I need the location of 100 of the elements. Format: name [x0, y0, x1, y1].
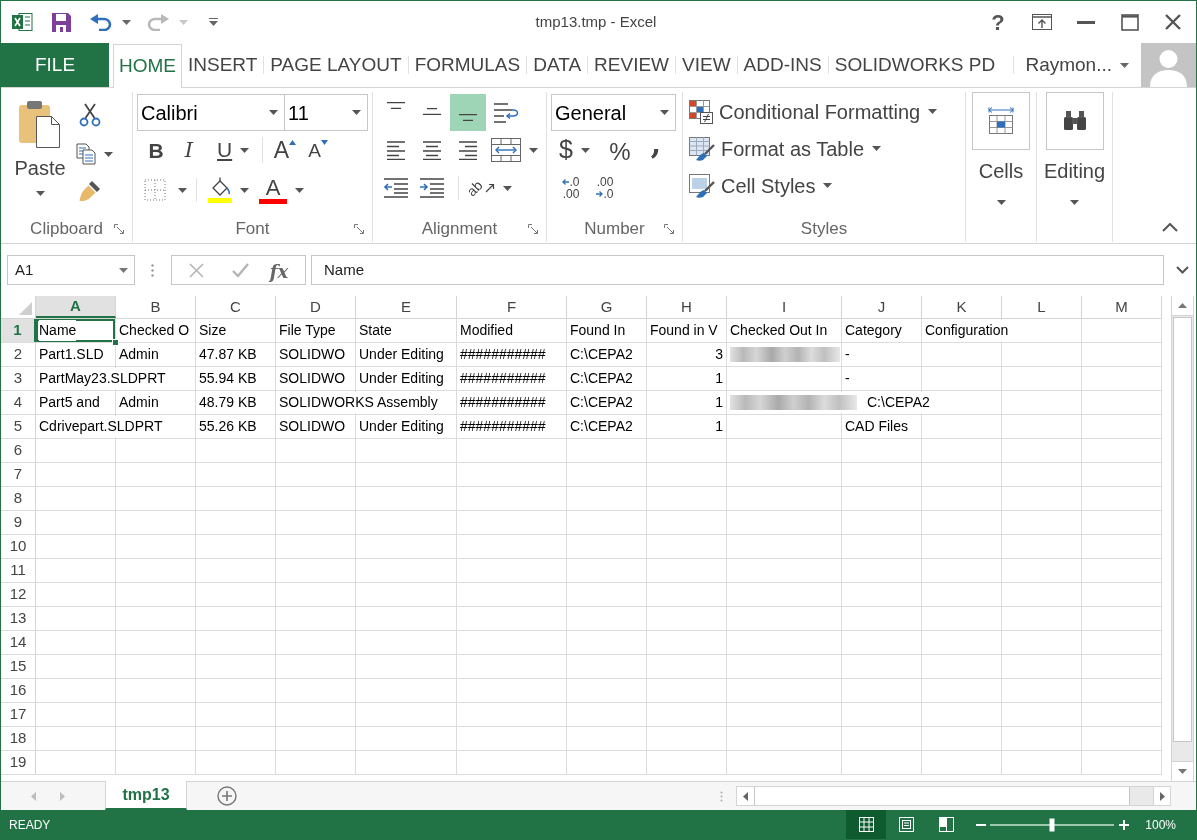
underline-button[interactable]: U: [207, 135, 255, 165]
column-header[interactable]: H: [647, 296, 727, 318]
formula-field[interactable]: Name: [311, 255, 1164, 285]
ribbon-tab[interactable]: ADD-INS: [737, 43, 828, 87]
row-header[interactable]: 1: [1, 319, 36, 342]
ribbon-tab[interactable]: FORMULAS: [408, 43, 527, 87]
row-header[interactable]: 18: [1, 727, 36, 750]
currency-button[interactable]: $: [555, 134, 605, 166]
row-header[interactable]: 3: [1, 367, 36, 390]
view-button[interactable]: [846, 810, 887, 839]
column-header[interactable]: A: [36, 296, 116, 318]
row-header[interactable]: 16: [1, 679, 36, 702]
editing-group-button[interactable]: Editing: [1039, 92, 1110, 214]
number-format-field[interactable]: General: [551, 94, 676, 131]
row-header[interactable]: 15: [1, 655, 36, 678]
row-header[interactable]: 5: [1, 415, 36, 438]
font-color-button[interactable]: A: [259, 175, 304, 205]
column-header[interactable]: D: [276, 296, 356, 318]
dialog-launcher-button[interactable]: [353, 223, 365, 235]
scroll-right-button[interactable]: [1153, 787, 1170, 805]
decrease-decimal-button[interactable]: .00 .0: [589, 172, 621, 204]
row-header[interactable]: 17: [1, 703, 36, 726]
row-header[interactable]: 2: [1, 343, 36, 366]
account-menu[interactable]: Raymon...: [1014, 43, 1141, 87]
check-icon: [231, 262, 249, 278]
styles-command[interactable]: Format as Table: [689, 130, 882, 167]
copy-button[interactable]: [76, 140, 113, 168]
increase-decimal-button[interactable]: .0 .00: [555, 172, 587, 204]
grow-font-button[interactable]: A: [270, 135, 300, 165]
cell-text: PartMay23.SLDPRT: [39, 368, 166, 389]
column-header[interactable]: F: [457, 296, 567, 318]
dialog-launcher-button[interactable]: [527, 223, 539, 235]
cells-group-button[interactable]: Cells: [969, 92, 1033, 214]
row-header[interactable]: 4: [1, 391, 36, 414]
percent-button[interactable]: %: [605, 134, 635, 166]
row-header[interactable]: 14: [1, 631, 36, 654]
insert-function-button[interactable]: fx: [264, 258, 294, 282]
row-header[interactable]: 9: [1, 511, 36, 534]
column-header[interactable]: B: [116, 296, 196, 318]
orientation-button[interactable]: ab: [467, 171, 512, 205]
ribbon-tab[interactable]: REVIEW: [588, 43, 675, 87]
row-header[interactable]: 7: [1, 463, 36, 486]
fill-color-button[interactable]: [206, 175, 249, 205]
row-header[interactable]: 10: [1, 535, 36, 558]
column-header[interactable]: J: [842, 296, 922, 318]
fill-handle-icon[interactable]: [112, 339, 119, 346]
italic-button[interactable]: I: [174, 135, 204, 165]
ribbon-tab[interactable]: HOME: [113, 44, 182, 88]
column-header[interactable]: C: [196, 296, 276, 318]
row-header[interactable]: 12: [1, 583, 36, 606]
row-header[interactable]: 19: [1, 751, 36, 774]
horizontal-scrollbar[interactable]: [736, 786, 1171, 806]
file-tab[interactable]: FILE: [1, 43, 109, 87]
caret-icon: [872, 146, 882, 151]
column-header[interactable]: I: [727, 296, 842, 318]
column-header[interactable]: G: [567, 296, 647, 318]
scroll-left-button[interactable]: [737, 787, 754, 805]
font-size-field[interactable]: 11: [285, 94, 368, 131]
caret-icon: [35, 191, 45, 196]
bold-button[interactable]: B: [141, 135, 171, 165]
dialog-launcher-button[interactable]: [663, 223, 675, 235]
font-name-field[interactable]: Calibri: [137, 94, 285, 131]
line-caret-icon: [208, 18, 218, 26]
scroll-down-button[interactable]: [1172, 761, 1193, 781]
row-header[interactable]: 6: [1, 439, 36, 462]
shrink-font-button[interactable]: A: [303, 135, 333, 165]
name-box[interactable]: A1: [7, 255, 135, 285]
ribbon-tab[interactable]: SOLIDWORKS PD: [828, 43, 1002, 87]
styles-command[interactable]: Conditional Formatting: [689, 93, 938, 130]
row-header[interactable]: 8: [1, 487, 36, 510]
ribbon-tab[interactable]: PAGE LAYOUT: [264, 43, 408, 87]
group-label: Styles: [800, 218, 848, 241]
scroll-up-button[interactable]: [1172, 296, 1193, 316]
styles-command[interactable]: Cell Styles: [689, 167, 833, 204]
zoom-reading[interactable]: 100%: [1145, 815, 1176, 834]
vertical-align-button[interactable]: [450, 94, 486, 131]
paste-button[interactable]: Paste: [8, 96, 72, 214]
column-header[interactable]: K: [922, 296, 1002, 318]
column-header[interactable]: M: [1082, 296, 1162, 318]
column-header[interactable]: L: [1002, 296, 1082, 318]
row-header[interactable]: 11: [1, 559, 36, 582]
column-header[interactable]: E: [356, 296, 457, 318]
active-cell[interactable]: Name: [36, 319, 116, 342]
sheet-tab[interactable]: tmp13: [105, 781, 187, 810]
help-button[interactable]: ?: [976, 6, 1020, 38]
cell-text: Configuration: [925, 320, 1009, 341]
ribbon-tab[interactable]: DATA: [527, 43, 588, 87]
row-header[interactable]: 13: [1, 607, 36, 630]
ribbon-tab[interactable]: VIEW: [676, 43, 737, 87]
group-label: Clipboard: [30, 218, 103, 241]
ribbon-tab[interactable]: INSERT: [182, 43, 264, 87]
comma-button[interactable]: ,: [641, 134, 671, 166]
dotted-grid-icon: [144, 179, 166, 201]
vertical-scrollbar[interactable]: [1171, 296, 1194, 781]
scroll-thumb[interactable]: [754, 787, 1130, 805]
color-bar-icon: [259, 198, 287, 204]
dialog-launcher-button[interactable]: [113, 223, 125, 235]
scroll-thumb[interactable]: [1173, 317, 1192, 742]
slider-thumb[interactable]: [1049, 818, 1055, 831]
cell-brush-icon: [689, 173, 715, 198]
